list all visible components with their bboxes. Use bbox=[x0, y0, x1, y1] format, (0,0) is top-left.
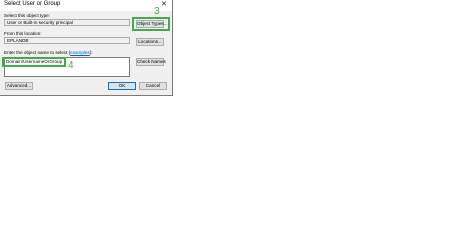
cancel-button[interactable]: Cancel bbox=[139, 82, 167, 90]
step-3-annotation: 3 bbox=[154, 6, 160, 17]
examples-link[interactable]: examples bbox=[70, 50, 90, 55]
location-field: EPLANDB bbox=[4, 37, 130, 44]
object-names-highlight-box bbox=[2, 57, 66, 67]
object-names-label-prefix: Enter the object name to select ( bbox=[4, 50, 71, 55]
object-type-field: User or Built-in security principal bbox=[4, 19, 130, 26]
object-type-label: Select this object type: bbox=[4, 13, 50, 18]
step-4-annotation: 4 bbox=[68, 60, 74, 71]
object-names-label-suffix: ): bbox=[89, 50, 93, 55]
close-icon[interactable]: ✕ bbox=[161, 0, 167, 10]
check-names-button[interactable]: Check Names bbox=[136, 58, 166, 66]
select-user-or-group-dialog: Select User or Group ✕ Select this objec… bbox=[0, 0, 173, 96]
locations-button[interactable]: Locations... bbox=[136, 38, 164, 46]
ok-button[interactable]: OK bbox=[108, 82, 136, 90]
title-bar: Select User or Group ✕ bbox=[0, 0, 172, 11]
location-label: From this location: bbox=[4, 31, 42, 36]
object-types-highlight-box bbox=[132, 17, 170, 31]
dialog-title: Select User or Group bbox=[4, 1, 61, 7]
advanced-button[interactable]: Advanced... bbox=[5, 82, 33, 90]
object-names-label: Enter the object name to select (example… bbox=[4, 50, 93, 55]
